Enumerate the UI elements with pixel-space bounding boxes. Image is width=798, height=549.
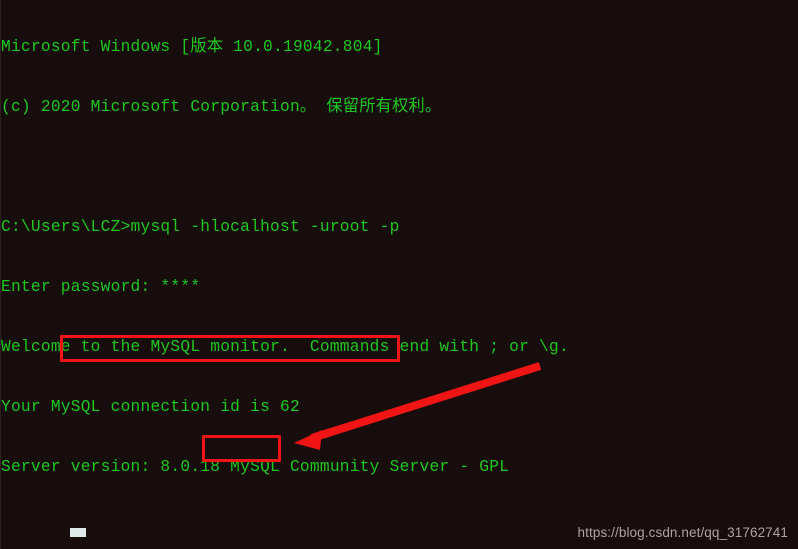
console-blank-1: [1, 157, 798, 177]
console-line-enter-password: Enter password: ****: [1, 278, 201, 296]
watermark-url: https://blog.csdn.net/qq_31762741: [577, 525, 788, 540]
console-line-connection-id: Your MySQL connection id is 62: [1, 398, 300, 416]
console-line-welcome: Welcome to the MySQL monitor. Commands e…: [1, 338, 569, 356]
console-window: Microsoft Windows [版本 10.0.19042.804] (c…: [0, 0, 798, 549]
console-output: Microsoft Windows [版本 10.0.19042.804] (c…: [0, 0, 798, 549]
console-line-win-copyright: (c) 2020 Microsoft Corporation。 保留所有权利。: [1, 98, 442, 116]
console-line-shell-command: C:\Users\LCZ>mysql -hlocalhost -uroot -p: [1, 218, 400, 236]
console-line-win-version: Microsoft Windows [版本 10.0.19042.804]: [1, 38, 383, 56]
console-line-server-version: Server version: 8.0.18 MySQL Community S…: [1, 458, 510, 476]
text-cursor: [70, 528, 86, 537]
